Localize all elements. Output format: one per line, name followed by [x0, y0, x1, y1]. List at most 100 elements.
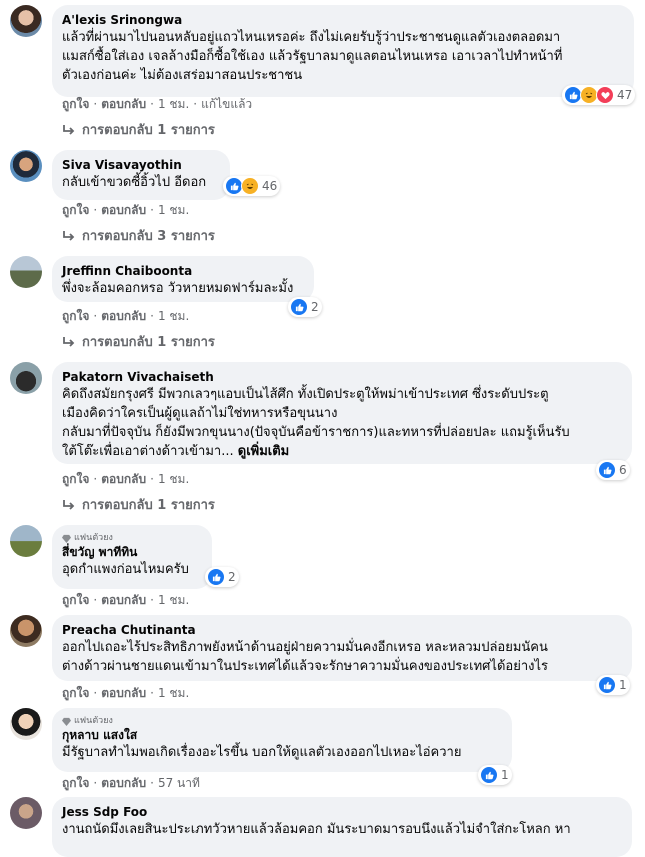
reply-arrow-icon: [63, 230, 75, 241]
see-more-link[interactable]: ดูเพิ่มเติม: [238, 444, 289, 459]
comment-author[interactable]: Preacha Chutinanta: [62, 622, 620, 638]
comment-actions: ถูกใจ · ตอบกลับ · 1 ชม.: [62, 472, 190, 486]
reply-button[interactable]: ตอบกลับ: [101, 776, 146, 790]
reaction-count: 1: [501, 768, 509, 782]
comment-text-line: กลับมาที่ปัจจุบัน ก็ยังมีพวกขุนนาง(ปัจจุ…: [62, 425, 570, 440]
reaction-summary[interactable]: 1: [596, 675, 630, 695]
diamond-icon: [62, 534, 71, 543]
like-button[interactable]: ถูกใจ: [62, 97, 89, 111]
timestamp[interactable]: 1 ชม.: [158, 593, 189, 607]
reaction-summary[interactable]: 47: [562, 85, 636, 105]
timestamp[interactable]: 57 นาที: [158, 776, 200, 790]
comment-actions: ถูกใจ · ตอบกลับ · 1 ชม. · แก้ไขแล้ว: [62, 97, 253, 111]
comment-text-line: คิดถึงสมัยกรุงศรี มีพวกเลวๆแอบเป็นไส้ศึก…: [62, 387, 549, 402]
replies-label: การตอบกลับ 3 รายการ: [82, 229, 215, 244]
reply-arrow-icon: [63, 336, 75, 347]
comment-text-line: ออกไปเถอะไร้ประสิทธิภาพยังหน้าด้านอยู่ฝ่…: [62, 640, 548, 655]
comment-bubble: Jreffinn Chaiboonta พึ่งจะล้อมคอกหรอ วัว…: [52, 256, 314, 302]
replies-label: การตอบกลับ 1 รายการ: [82, 498, 215, 513]
comment-author[interactable]: Pakatorn Vivachaiseth: [62, 369, 620, 385]
reaction-summary[interactable]: 1: [478, 765, 512, 785]
diamond-icon: [62, 717, 71, 726]
comment-text-line: อุดกำแพงก่อนไหมครับ: [62, 562, 189, 577]
comment-bubble: Jess Sdp Foo งานถนัดมึงเลยสินะประเภทวัวห…: [52, 797, 632, 857]
top-fan-badge: แฟนตัวยง: [62, 715, 500, 727]
view-replies-link[interactable]: การตอบกลับ 1 รายการ: [62, 119, 215, 140]
reply-arrow-icon: [63, 499, 75, 510]
view-replies-link[interactable]: การตอบกลับ 1 รายการ: [62, 331, 215, 352]
comment-actions: ถูกใจ · ตอบกลับ · 57 นาที: [62, 776, 200, 790]
replies-label: การตอบกลับ 1 รายการ: [82, 123, 215, 138]
comment-text-line: กลับเข้าขวดซี้อิ้วไป อีดอก: [62, 175, 207, 190]
comment-text-line: มีรัฐบาลทำไมพอเกิดเรื่องอะไรขึ้น บอกให้ด…: [62, 745, 462, 760]
truncated-text: ใต้โต๊ะเพื่อเอาต่างด้าวเข้ามา...: [62, 444, 234, 459]
like-button[interactable]: ถูกใจ: [62, 686, 89, 700]
comment-text-line: ต่างด้าวผ่านชายแดนเข้ามาในประเทศได้แล้วจ…: [62, 659, 549, 674]
reply-arrow-icon: [63, 124, 75, 135]
reaction-summary[interactable]: 46: [223, 176, 281, 196]
like-reaction-icon: [598, 461, 616, 479]
timestamp[interactable]: 1 ชม.: [158, 97, 189, 111]
timestamp[interactable]: 1 ชม.: [158, 203, 189, 217]
reply-button[interactable]: ตอบกลับ: [101, 686, 146, 700]
reply-button[interactable]: ตอบกลับ: [101, 203, 146, 217]
avatar[interactable]: [10, 708, 42, 740]
comment-actions: ถูกใจ · ตอบกลับ · 1 ชม.: [62, 309, 190, 323]
comment-author[interactable]: A'lexis Srinongwa: [62, 12, 622, 28]
reaction-count: 46: [262, 179, 278, 193]
reaction-count: 2: [311, 300, 319, 314]
top-fan-label: แฟนตัวยง: [74, 716, 113, 726]
comment-text-line: เมืองคิดว่าใครเป็นผู้ดูแลถ้าไม่ใช่ทหารหร…: [62, 406, 338, 421]
avatar[interactable]: [10, 150, 42, 182]
top-fan-label: แฟนตัวยง: [74, 533, 113, 543]
avatar[interactable]: [10, 525, 42, 557]
comment-text-line: พึ่งจะล้อมคอกหรอ วัวหายหมดฟาร์มละมั้ง: [62, 281, 294, 296]
edited-label: แก้ไขแล้ว: [201, 97, 253, 111]
avatar[interactable]: [10, 615, 42, 647]
comment-author[interactable]: กุหลาบ แสงใส: [62, 727, 500, 743]
reaction-count: 1: [619, 678, 627, 692]
like-reaction-icon: [598, 676, 616, 694]
like-button[interactable]: ถูกใจ: [62, 203, 89, 217]
like-reaction-icon: [207, 568, 225, 586]
comment-bubble: A'lexis Srinongwa แล้วที่ผ่านมาไปนอนหลับ…: [52, 5, 634, 97]
like-reaction-icon: [480, 766, 498, 784]
like-button[interactable]: ถูกใจ: [62, 776, 89, 790]
comment-bubble: Siva Visavayothin กลับเข้าขวดซี้อิ้วไป อ…: [52, 150, 230, 200]
avatar[interactable]: [10, 362, 42, 394]
replies-label: การตอบกลับ 1 รายการ: [82, 335, 215, 350]
reply-button[interactable]: ตอบกลับ: [101, 593, 146, 607]
like-button[interactable]: ถูกใจ: [62, 309, 89, 323]
reaction-count: 47: [617, 88, 633, 102]
comment-bubble: Pakatorn Vivachaiseth คิดถึงสมัยกรุงศรี …: [52, 362, 632, 464]
timestamp[interactable]: 1 ชม.: [158, 309, 189, 323]
haha-reaction-icon: [241, 177, 259, 195]
comment-author[interactable]: สี่ขวัญ พาทีทิน: [62, 544, 200, 560]
reply-button[interactable]: ตอบกลับ: [101, 472, 146, 486]
view-replies-link[interactable]: การตอบกลับ 3 รายการ: [62, 225, 215, 246]
reaction-count: 6: [619, 463, 627, 477]
timestamp[interactable]: 1 ชม.: [158, 472, 189, 486]
comment-bubble: Preacha Chutinanta ออกไปเถอะไร้ประสิทธิภ…: [52, 615, 632, 681]
timestamp[interactable]: 1 ชม.: [158, 686, 189, 700]
avatar[interactable]: [10, 797, 42, 829]
view-replies-link[interactable]: การตอบกลับ 1 รายการ: [62, 494, 215, 515]
reply-button[interactable]: ตอบกลับ: [101, 309, 146, 323]
reaction-summary[interactable]: 2: [288, 297, 322, 317]
comment-author[interactable]: Jreffinn Chaiboonta: [62, 263, 302, 279]
comment-bubble: แฟนตัวยง กุหลาบ แสงใส มีรัฐบาลทำไมพอเกิด…: [52, 708, 512, 772]
comment-actions: ถูกใจ · ตอบกลับ · 1 ชม.: [62, 686, 190, 700]
like-button[interactable]: ถูกใจ: [62, 472, 89, 486]
like-button[interactable]: ถูกใจ: [62, 593, 89, 607]
comment-actions: ถูกใจ · ตอบกลับ · 1 ชม.: [62, 593, 190, 607]
reaction-summary[interactable]: 6: [596, 460, 630, 480]
love-reaction-icon: [596, 86, 614, 104]
avatar[interactable]: [10, 5, 42, 37]
reaction-summary[interactable]: 2: [205, 567, 239, 587]
comment-text-line: งานถนัดมึงเลยสินะประเภทวัวหายแล้วล้อมคอก…: [62, 822, 571, 837]
comment-actions: ถูกใจ · ตอบกลับ · 1 ชม.: [62, 203, 190, 217]
comment-author[interactable]: Siva Visavayothin: [62, 157, 218, 173]
comment-author[interactable]: Jess Sdp Foo: [62, 804, 620, 820]
reply-button[interactable]: ตอบกลับ: [101, 97, 146, 111]
avatar[interactable]: [10, 256, 42, 288]
